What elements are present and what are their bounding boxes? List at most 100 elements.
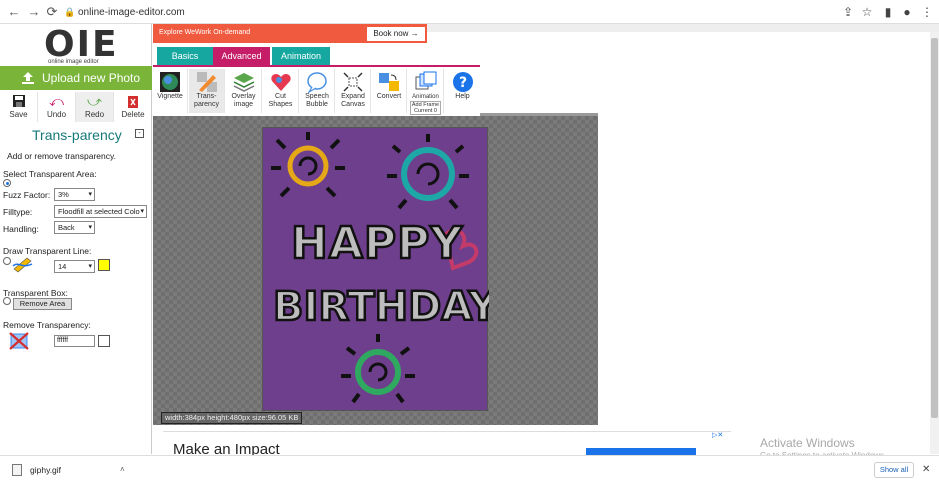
handling-value: Back — [58, 223, 75, 232]
svg-text:BIRTHDAY: BIRTHDAY — [273, 284, 489, 330]
save-label: Save — [9, 110, 28, 119]
speech-bubble-icon — [307, 72, 327, 93]
tool-animation-add-frame[interactable]: Animation Add Frame Current 0 — [408, 69, 444, 115]
transparent-box-radio[interactable] — [3, 297, 11, 305]
bookmark-star-icon[interactable]: ☆ — [859, 4, 875, 20]
profile-avatar-icon[interactable]: ● — [899, 4, 915, 20]
redo-button[interactable]: ⤻ Redo — [76, 92, 114, 122]
tool-label: Speech Bubble — [305, 93, 329, 108]
filltype-value: Floodfill at selected Colo — [58, 207, 140, 216]
remove-area-button[interactable]: Remove Area — [13, 298, 72, 310]
filltype-select[interactable]: Floodfill at selected Colo ▾ — [54, 205, 147, 218]
ad-banner-top[interactable]: Explore WeWork On-demand Book now → — [153, 24, 427, 43]
reload-icon[interactable]: ⟳ — [44, 4, 60, 20]
remove-transparency-label: Remove Transparency: — [3, 320, 91, 330]
collapse-panel-icon[interactable]: - — [135, 129, 144, 138]
redo-arrow-icon: ⤻ — [87, 93, 102, 109]
tab-basics[interactable]: Basics — [157, 47, 213, 65]
url-text: online-image-editor.com — [78, 7, 185, 18]
line-size-select[interactable]: 14 ▾ — [54, 260, 95, 273]
menu-kebab-icon[interactable]: ⋮ — [919, 4, 935, 20]
handling-label: Handling: — [3, 224, 39, 234]
tool-label: Vignette — [157, 93, 183, 100]
tool-label: Trans-parency — [194, 93, 219, 108]
scrollbar-thumb[interactable] — [931, 38, 938, 418]
file-icon — [12, 464, 22, 476]
tool-sublabel: Add Frame Current 0 — [410, 101, 441, 115]
filltype-label: Filltype: — [3, 207, 33, 217]
animation-frames-icon — [415, 71, 436, 90]
tool-label: Animation — [412, 94, 439, 100]
vignette-icon — [160, 72, 180, 92]
delete-button[interactable]: Delete — [114, 92, 152, 122]
select-area-radio[interactable] — [3, 179, 11, 187]
svg-text:?: ? — [458, 75, 466, 91]
chevron-down-icon: ▾ — [140, 208, 144, 215]
book-now-button[interactable]: Book now → — [367, 27, 425, 41]
ad-subtitle: Explore WeWork On-demand — [159, 29, 251, 36]
handling-select[interactable]: Back ▾ — [54, 221, 95, 234]
tool-transparency[interactable]: Trans-parency — [189, 69, 225, 113]
upload-new-photo-button[interactable]: Upload new Photo — [0, 66, 152, 90]
tool-label: Overlay image — [231, 93, 256, 108]
floppy-disk-icon — [0, 92, 37, 110]
draw-line-radio[interactable] — [3, 257, 11, 265]
birthday-artwork: HAPPY BIRTHDAY — [271, 132, 500, 404]
line-size-value: 14 — [58, 262, 67, 271]
overlay-image-icon — [233, 73, 254, 92]
fuzz-factor-value: 3% — [58, 190, 69, 199]
tool-cut-shapes[interactable]: Cut Shapes — [263, 69, 299, 113]
share-icon[interactable]: ⇪ — [840, 4, 856, 20]
tool-row: Vignette Trans-parency Overlay image Cut… — [153, 67, 480, 115]
forward-arrow-icon[interactable]: → — [26, 4, 42, 20]
transparency-icon — [196, 72, 217, 92]
fuzz-factor-select[interactable]: 3% ▾ — [54, 188, 95, 201]
undo-button[interactable]: ⤺ Undo — [38, 92, 76, 122]
ad-cta-button[interactable] — [586, 448, 696, 455]
line-color-swatch[interactable] — [98, 259, 110, 271]
panel-description: Add or remove transparency. — [7, 151, 116, 161]
tool-speech-bubble[interactable]: Speech Bubble — [300, 69, 335, 113]
browser-toolbar: ← → ⟳ 🔒 online-image-editor.com ⇪ ☆ ▮ ● ⋮ — [0, 0, 939, 24]
transparent-box-label: Transparent Box: — [3, 288, 68, 298]
fuzz-factor-label: Fuzz Factor: — [3, 190, 51, 200]
logo[interactable]: OIE online image editor — [44, 24, 124, 66]
expand-canvas-icon — [343, 72, 363, 92]
help-icon: ? — [452, 72, 473, 92]
tab-animation[interactable]: Animation — [272, 47, 330, 65]
svg-text:HAPPY: HAPPY — [291, 218, 463, 269]
panel-title: Trans-parency — [32, 127, 122, 143]
remove-transparency-icon[interactable] — [8, 331, 30, 351]
download-filename: giphy.gif — [30, 465, 62, 475]
ad-banner-bottom[interactable]: Make an Impact — [163, 431, 731, 458]
upload-icon — [22, 72, 34, 84]
sidebar-icon[interactable]: ▮ — [880, 4, 896, 20]
tool-expand-canvas[interactable]: Expand Canvas — [336, 69, 371, 113]
action-bar: Save ⤺ Undo ⤻ Redo Delete — [0, 92, 152, 122]
undo-label: Undo — [46, 110, 67, 119]
left-panel: OIE online image editor Upload new Photo… — [0, 24, 152, 454]
chevron-up-icon[interactable]: ˄ — [120, 462, 125, 478]
redo-label: Redo — [84, 110, 105, 119]
tool-vignette[interactable]: Vignette — [153, 69, 188, 113]
back-arrow-icon[interactable]: ← — [6, 4, 22, 20]
remove-color-swatch[interactable] — [98, 335, 110, 347]
remove-color-input[interactable]: ffffff — [54, 335, 95, 347]
download-item[interactable]: giphy.gif ˄ — [8, 462, 138, 478]
heart-shape-icon — [270, 74, 291, 91]
logo-subtext: online image editor — [48, 59, 99, 65]
editor-tabs: Basics Advanced Animation — [153, 47, 453, 65]
chevron-down-icon: ▾ — [88, 224, 92, 231]
tab-advanced[interactable]: Advanced — [213, 47, 270, 65]
save-button[interactable]: Save — [0, 92, 38, 122]
edited-image[interactable]: HAPPY BIRTHDAY — [262, 127, 500, 411]
tool-convert[interactable]: Convert — [372, 69, 407, 113]
lock-icon: 🔒 — [64, 7, 76, 17]
ad-choices-icon[interactable]: ▷✕ — [712, 431, 730, 440]
close-icon[interactable]: ✕ — [922, 464, 934, 476]
tool-overlay-image[interactable]: Overlay image — [226, 69, 262, 113]
show-all-button[interactable]: Show all — [874, 462, 914, 478]
address-bar[interactable]: 🔒 online-image-editor.com — [64, 3, 824, 21]
tool-label: Help — [455, 93, 470, 100]
tool-help[interactable]: ? Help — [445, 69, 480, 113]
